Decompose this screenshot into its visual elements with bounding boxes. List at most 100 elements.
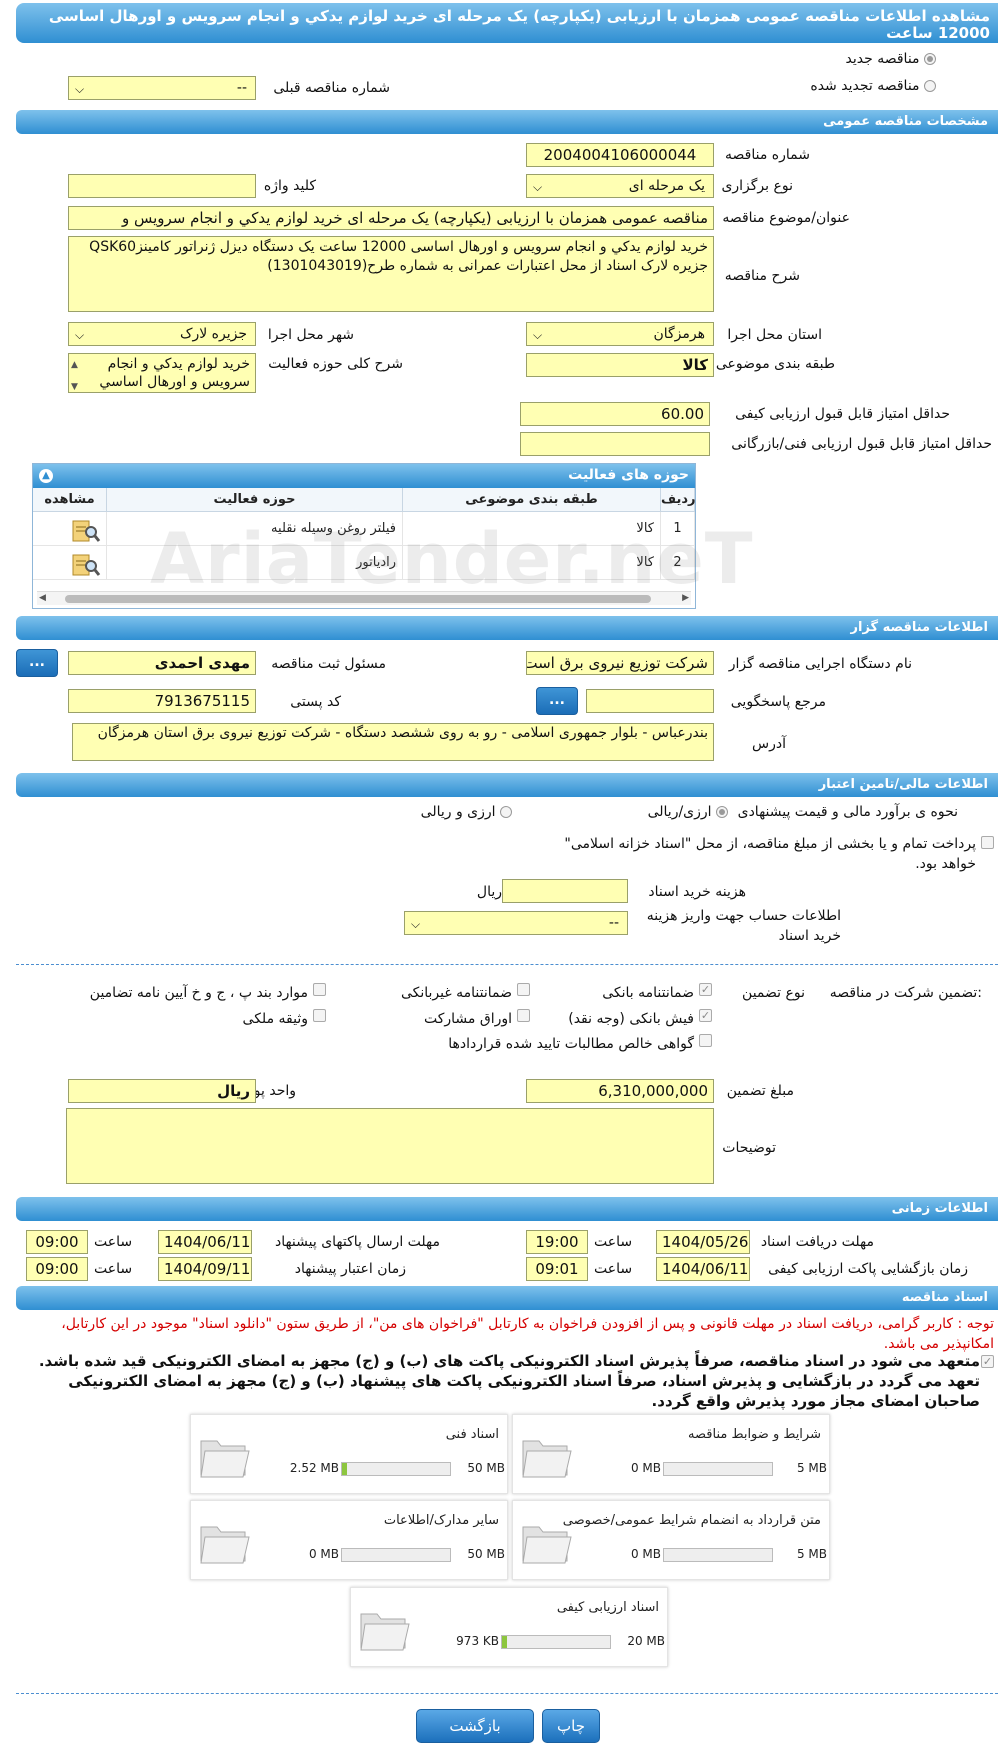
print-button[interactable]: چاپ [542,1709,600,1743]
option-rial-label: ارزی/ریالی [647,804,712,820]
section-organizer: اطلاعات مناقصه گزار [16,616,998,640]
bank-guarantee-checkbox[interactable]: ✓ [699,983,712,996]
province-select[interactable]: هرمزگان ⌵ [526,322,714,346]
download-notice: توجه : کاربر گرامی، دریافت اسناد در مهلت… [61,1316,994,1352]
doc-tile-current: 2.52 MB [289,1461,339,1475]
doc-tile-current: 0 MB [308,1547,339,1561]
scope-field[interactable]: خرید لوازم یدکي و انجام سرویس و اورهال ا… [68,353,256,393]
renewed-tender-radio[interactable] [924,80,936,92]
category-label: طبقه بندی موضوعی [715,356,835,372]
address-field[interactable]: بندرعباس - بلوار جمهوری اسلامی - رو به ر… [72,723,714,761]
doc-tile-technical[interactable]: اسناد فنی 2.52 MB 50 MB [190,1414,508,1494]
category-field[interactable]: کالا [526,353,714,377]
folder-icon [519,1431,573,1481]
activities-grid-title-text: حوزه های فعالیت [568,467,689,483]
doc-tile-name: اسناد فنی [445,1427,499,1442]
prev-tender-no-value: -- [236,80,247,96]
time-label: ساعت [94,1261,133,1277]
claims-checkbox[interactable] [699,1034,712,1047]
keyword-field[interactable] [68,174,256,198]
description-field[interactable]: خرید لوازم یدکي و انجام سرویس و اورهال ا… [68,236,714,312]
doc-tile-progress [501,1635,611,1649]
scroll-left-icon[interactable]: ◀ [39,593,46,603]
col-view-header: مشاهده [33,488,107,512]
doc-tile-max: 50 MB [467,1461,505,1475]
keyword-label: کلید واژه [263,178,316,194]
min-tech-label: حداقل امتیاز قابل قبول ارزیابی فنی/بازرگ… [731,436,992,452]
subject-field[interactable]: مناقصه عمومی همزمان با ارزیابی (یکپارچه)… [68,206,714,230]
doc-fee-field[interactable] [502,879,628,903]
scroll-down-icon[interactable]: ▼ [71,378,78,392]
city-select[interactable]: جزیره لارک ⌵ [68,322,256,346]
collapse-icon[interactable]: ▲ [39,469,53,483]
min-quality-field[interactable]: 60.00 [520,402,710,426]
estimate-label: نحوه ی برآورد مالی و قیمت پیشنهادی [737,804,958,820]
regulation-checkbox[interactable] [313,983,326,996]
prev-tender-no-select[interactable]: -- ⌵ [68,76,256,100]
scroll-up-icon[interactable]: ▲ [71,356,78,374]
doc-tile-contract[interactable]: متن قرارداد به انضمام شرایط عمومی/خصوصی … [512,1500,830,1580]
time-label: ساعت [594,1261,633,1277]
validity-time-field[interactable]: 09:00 [26,1257,88,1281]
city-value: جزیره لارک [179,326,247,342]
responsible-field[interactable]: مهدی احمدی [68,651,256,675]
renewed-tender-option[interactable]: مناقصه تجدید شده [810,78,936,94]
account-label: اطلاعات حساب جهت واریز هزینه خرید اسناد [646,908,841,944]
postal-label: کد پستی [290,694,341,710]
col-category-header: طبقه بندی موضوعی [403,488,661,512]
option-fx-label: ارزی و ریالی [420,804,496,820]
doc-tile-terms[interactable]: شرایط و ضوابط مناقصه 0 MB 5 MB [512,1414,830,1494]
treasury-checkbox[interactable] [981,836,994,849]
bonds-checkbox[interactable] [517,1009,530,1022]
account-select[interactable]: -- ⌵ [404,911,628,935]
opening-time-field[interactable]: 09:01 [526,1257,588,1281]
view-cell [33,546,107,580]
option-rial-radio[interactable] [716,806,728,818]
nonbank-guarantee-checkbox[interactable] [517,983,530,996]
chevron-down-icon: ⌵ [75,328,85,342]
currency-field[interactable]: ریال [68,1079,256,1103]
receive-time-field[interactable]: 19:00 [526,1230,588,1254]
nonbank-guarantee-label: ضمانتنامه غیربانکی [400,985,512,1001]
select-responsible-button[interactable]: ... [16,649,58,677]
claims-label: گواهی خالص مطالبات تایید شده قراردادها [448,1036,694,1052]
select-reference-button[interactable]: ... [536,687,578,715]
validity-label: زمان اعتبار پیشنهاد [294,1261,406,1277]
section-general: مشخصات مناقصه عمومی [16,110,998,134]
receive-date-field[interactable]: 1404/05/26 [656,1230,750,1254]
doc-tile-current: 0 MB [630,1461,661,1475]
property-checkbox[interactable] [313,1009,326,1022]
doc-tile-quality[interactable]: اسناد ارزیابی کیفی 973 KB 20 MB [350,1587,668,1667]
option-fx-radio[interactable] [500,806,512,818]
check-deposit-checkbox[interactable]: ✓ [699,1009,712,1022]
col-activity-header: حوزه فعالیت [107,488,403,512]
commit-checkbox[interactable]: ✓ [981,1355,994,1368]
option-fx[interactable]: ارزی و ریالی [421,804,512,820]
view-document-icon[interactable] [71,552,101,579]
reference-field[interactable] [586,689,714,713]
treasury-text: پرداخت تمام و یا بخشی از مبلغ مناقصه، از… [564,836,976,872]
check-deposit-label: فیش بانکی (وجه نقد) [568,1011,694,1027]
guarantee-amount-field[interactable]: 6,310,000,000 [526,1079,714,1103]
option-rial[interactable]: ارزی/ریالی [648,804,728,820]
doc-tile-current: 0 MB [630,1547,661,1561]
doc-tile-other[interactable]: سایر مدارک/اطلاعات 0 MB 50 MB [190,1500,508,1580]
notes-field[interactable] [66,1108,714,1184]
view-document-icon[interactable] [71,518,101,545]
reference-label: مرجع پاسخگویی [730,694,826,710]
address-label: آدرس [752,736,786,752]
postal-field[interactable]: 7913675115 [68,689,256,713]
new-tender-radio[interactable] [924,53,936,65]
city-label: شهر محل اجرا [267,327,354,343]
send-date-field[interactable]: 1404/06/11 [158,1230,252,1254]
tender-no-field[interactable]: 2004004106000044 [526,143,714,167]
min-tech-field[interactable] [520,432,710,456]
opening-date-field[interactable]: 1404/06/11 [656,1257,750,1281]
validity-date-field[interactable]: 1404/09/11 [158,1257,252,1281]
org-field[interactable]: شرکت توزیع نیروی برق است [526,651,714,675]
page-title: مشاهده اطلاعات مناقصه عمومی همزمان با ار… [16,3,998,43]
send-time-field[interactable]: 09:00 [26,1230,88,1254]
new-tender-option[interactable]: مناقصه جدید [846,51,936,67]
type-select[interactable]: یک مرحله ای ⌵ [526,174,714,198]
back-button[interactable]: بازگشت [416,1709,534,1743]
